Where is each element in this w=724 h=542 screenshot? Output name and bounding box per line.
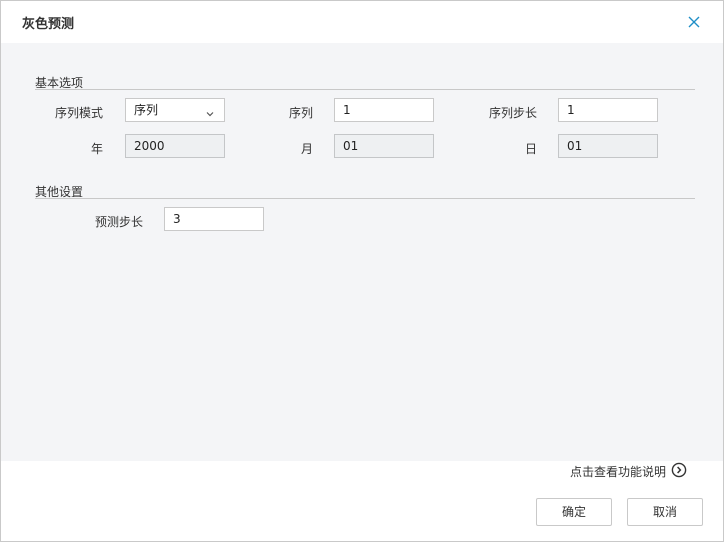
help-link[interactable]: 点击查看功能说明 bbox=[570, 463, 666, 480]
cancel-button[interactable]: 取消 bbox=[627, 498, 703, 526]
section-divider bbox=[35, 198, 695, 199]
close-icon[interactable] bbox=[684, 12, 704, 32]
series-mode-select[interactable]: 序列 bbox=[125, 98, 225, 122]
forecast-step-label: 预测步长 bbox=[94, 215, 143, 229]
month-input: 01 bbox=[334, 134, 434, 158]
year-label: 年 bbox=[90, 142, 103, 156]
dialog-title-bar: 灰色预测 bbox=[1, 1, 723, 43]
series-mode-value: 序列 bbox=[134, 103, 159, 117]
series-mode-label: 序列模式 bbox=[54, 106, 103, 120]
series-step-label: 序列步长 bbox=[488, 106, 537, 120]
section-divider bbox=[35, 89, 695, 90]
dialog-body: 基本选项 序列模式 序列 序列 1 序列步长 1 年 2000 月 01 日 0… bbox=[1, 43, 723, 461]
ok-button[interactable]: 确定 bbox=[536, 498, 612, 526]
series-label: 序列 bbox=[288, 106, 313, 120]
day-input: 01 bbox=[558, 134, 658, 158]
day-label: 日 bbox=[524, 142, 537, 156]
year-input: 2000 bbox=[125, 134, 225, 158]
chevron-down-icon bbox=[205, 104, 215, 117]
series-step-input[interactable]: 1 bbox=[558, 98, 658, 122]
dialog-title: 灰色预测 bbox=[22, 17, 75, 32]
month-label: 月 bbox=[300, 142, 313, 156]
forecast-step-input[interactable]: 3 bbox=[164, 207, 264, 231]
gray-forecast-dialog: 灰色预测 基本选项 序列模式 序列 序列 1 序列步长 1 年 2000 月 0… bbox=[0, 0, 724, 542]
chevron-right-circle-icon[interactable] bbox=[671, 462, 687, 478]
series-input[interactable]: 1 bbox=[334, 98, 434, 122]
